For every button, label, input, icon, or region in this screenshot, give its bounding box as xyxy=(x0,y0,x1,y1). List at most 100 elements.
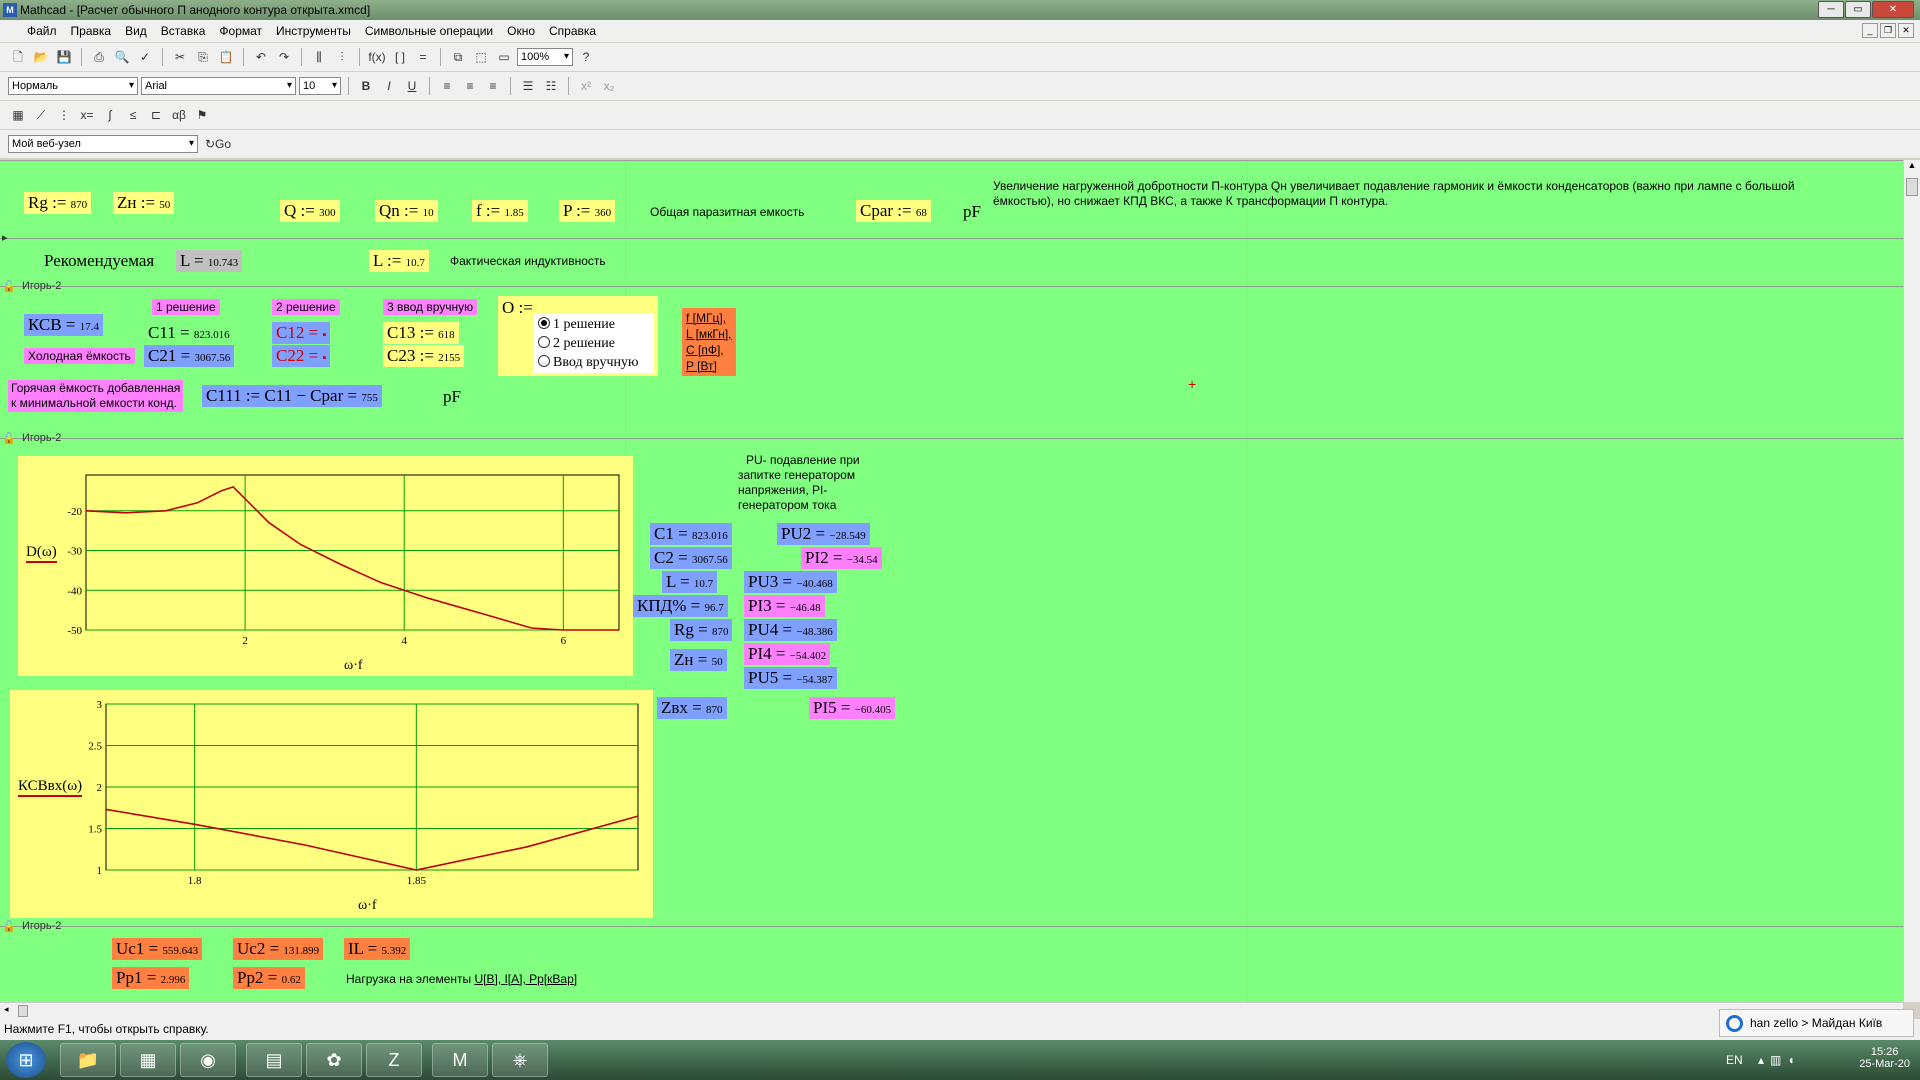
zoom-select[interactable]: 100% xyxy=(517,48,573,66)
region-lock-icon[interactable]: 🔓 xyxy=(2,280,16,293)
evaluation-icon[interactable]: x= xyxy=(77,105,97,125)
tray-arrow-icon[interactable]: ▴ xyxy=(1758,1053,1770,1067)
menu-tools[interactable]: Инструменты xyxy=(269,24,358,38)
align-right-icon[interactable]: ≡ xyxy=(483,76,503,96)
control-panel-icon[interactable]: ▦ xyxy=(120,1043,176,1077)
new-icon[interactable]: 🗋 xyxy=(8,47,28,67)
worksheet[interactable]: Rg := 870 Zн := 50 Q := 300 Qn := 10 f :… xyxy=(0,160,1903,1002)
calculus-icon[interactable]: ∫ xyxy=(100,105,120,125)
minimize-button[interactable]: ─ xyxy=(1818,1,1844,18)
doc-minimize-button[interactable]: _ xyxy=(1862,23,1878,38)
menu-file[interactable]: Файл xyxy=(20,24,64,38)
insert-hyperlink-icon[interactable]: ⧉ xyxy=(448,47,468,67)
menu-view[interactable]: Вид xyxy=(118,24,154,38)
style-select[interactable]: Нормаль xyxy=(8,77,138,95)
c2-result[interactable]: C2 = 3067.56 xyxy=(650,547,732,569)
radio-solution-1[interactable]: 1 решение xyxy=(538,315,650,334)
language-indicator[interactable]: EN xyxy=(1726,1053,1743,1067)
qn-definition[interactable]: Qn := 10 xyxy=(375,200,438,222)
app-icon[interactable]: ▤ xyxy=(246,1043,302,1077)
menu-edit[interactable]: Правка xyxy=(64,24,119,38)
q-definition[interactable]: Q := 300 xyxy=(280,200,340,222)
doc-close-button[interactable]: ✕ xyxy=(1898,23,1914,38)
italic-icon[interactable]: I xyxy=(379,76,399,96)
start-button[interactable]: ⊞ xyxy=(6,1042,46,1078)
matrix-icon[interactable]: ⋮ xyxy=(54,105,74,125)
programming-icon[interactable]: ⊏ xyxy=(146,105,166,125)
c11-result[interactable]: C11 = 823.016 xyxy=(144,322,234,344)
insert-component-icon[interactable]: ⬚ xyxy=(471,47,491,67)
bold-icon[interactable]: B xyxy=(356,76,376,96)
scroll-thumb[interactable] xyxy=(1906,178,1918,196)
app2-icon[interactable]: ✿ xyxy=(306,1043,362,1077)
rg-result[interactable]: Rg = 870 xyxy=(670,619,733,641)
ksv-result[interactable]: КСВ = 17.4 xyxy=(24,314,103,336)
bullets-icon[interactable]: ☰ xyxy=(518,76,538,96)
menu-window[interactable]: Окно xyxy=(500,24,542,38)
pu5-result[interactable]: PU5 = −54.387 xyxy=(744,667,837,689)
zello-task-icon[interactable]: Z xyxy=(366,1043,422,1077)
vertical-scrollbar[interactable]: ▲ xyxy=(1903,160,1920,1002)
cut-icon[interactable]: ✂ xyxy=(170,47,190,67)
pdf-reader-icon[interactable]: ⎈ xyxy=(492,1043,548,1077)
c12-result[interactable]: C12 = ▪ xyxy=(272,322,331,344)
volume-icon[interactable]: ◖ xyxy=(1787,1053,1800,1067)
il-result[interactable]: IL = 5.392 xyxy=(344,938,411,960)
print-preview-icon[interactable]: 🔍 xyxy=(112,47,132,67)
region-lock-icon[interactable]: 🔓 xyxy=(2,432,16,445)
zn-definition[interactable]: Zн := 50 xyxy=(113,192,175,214)
network-icon[interactable]: ▥ xyxy=(1770,1053,1787,1067)
pi3-result[interactable]: PI3 = −46.48 xyxy=(744,595,825,617)
c22-result[interactable]: C22 = ▪ xyxy=(272,345,331,367)
radio-solution-2[interactable]: 2 решение xyxy=(538,334,650,353)
uc1-result[interactable]: Uc1 = 559.643 xyxy=(112,938,203,960)
menu-symbolics[interactable]: Символьные операции xyxy=(358,24,500,38)
zello-widget[interactable]: han zello > Майдан Київ xyxy=(1719,1009,1914,1037)
load-units-link[interactable]: U[В], I[А], Pp[кВар] xyxy=(474,972,577,986)
plot-ksv-omega[interactable]: КСВвх(ω) ω·f 1.8 1.85 1 1.5 2 2.5 3 xyxy=(10,690,653,918)
mathcad-app-icon[interactable]: M xyxy=(3,3,17,17)
plot-d-omega[interactable]: D(ω) ω·f 2 4 6 -20 -30 -40 -50 xyxy=(18,456,633,676)
collapse-region-icon[interactable]: ▸ xyxy=(2,231,8,244)
l-recommended-result[interactable]: L = 10.743 xyxy=(176,250,243,272)
graph-icon[interactable]: ⟋ xyxy=(31,105,51,125)
paste-icon[interactable]: 📋 xyxy=(216,47,236,67)
uc2-result[interactable]: Uc2 = 131.899 xyxy=(233,938,324,960)
redo-icon[interactable]: ↷ xyxy=(274,47,294,67)
align-down-icon[interactable]: ⫶ xyxy=(332,47,352,67)
align-center-icon[interactable]: ≡ xyxy=(460,76,480,96)
calculate-icon[interactable]: = xyxy=(413,47,433,67)
c21-result[interactable]: C21 = 3067.56 xyxy=(144,345,235,367)
p-definition[interactable]: P := 360 xyxy=(559,200,616,222)
align-across-icon[interactable]: ⫼ xyxy=(309,47,329,67)
h-scroll-thumb[interactable] xyxy=(18,1005,28,1017)
clock[interactable]: 15:26 25-Mar-20 xyxy=(1859,1046,1910,1070)
f-definition[interactable]: f := 1.85 xyxy=(472,200,528,222)
underline-icon[interactable]: U xyxy=(402,76,422,96)
l-result[interactable]: L = 10.7 xyxy=(662,571,718,593)
scroll-left-icon[interactable]: ◂ xyxy=(4,1004,9,1015)
help-icon[interactable]: ? xyxy=(576,47,596,67)
pi2-result[interactable]: PI2 = −34.54 xyxy=(801,547,882,569)
horizontal-scrollbar[interactable]: ◂ xyxy=(0,1002,1903,1019)
font-size-select[interactable]: 10 xyxy=(299,77,341,95)
pp1-result[interactable]: Pp1 = 2.996 xyxy=(112,967,190,989)
spellcheck-icon[interactable]: ✓ xyxy=(135,47,155,67)
kpd-result[interactable]: КПД% = 96.7 xyxy=(633,595,728,617)
save-icon[interactable]: 💾 xyxy=(54,47,74,67)
subscript-icon[interactable]: x₂ xyxy=(599,76,619,96)
insert-unit-icon[interactable]: [ ] xyxy=(390,47,410,67)
pp2-result[interactable]: Pp2 = 0.62 xyxy=(233,967,305,989)
chrome-icon[interactable]: ◉ xyxy=(180,1043,236,1077)
c23-definition[interactable]: C23 := 2155 xyxy=(383,345,465,367)
explorer-icon[interactable]: 📁 xyxy=(60,1043,116,1077)
zvx-result[interactable]: Zвх = 870 xyxy=(657,697,727,719)
menu-format[interactable]: Формат xyxy=(212,24,269,38)
align-left-icon[interactable]: ≡ xyxy=(437,76,457,96)
zn-result[interactable]: Zн = 50 xyxy=(670,649,727,671)
font-select[interactable]: Arial xyxy=(141,77,296,95)
superscript-icon[interactable]: x² xyxy=(576,76,596,96)
copy-icon[interactable]: ⎘ xyxy=(193,47,213,67)
print-icon[interactable]: ⎙ xyxy=(89,47,109,67)
pi4-result[interactable]: PI4 = −54.402 xyxy=(744,643,831,665)
